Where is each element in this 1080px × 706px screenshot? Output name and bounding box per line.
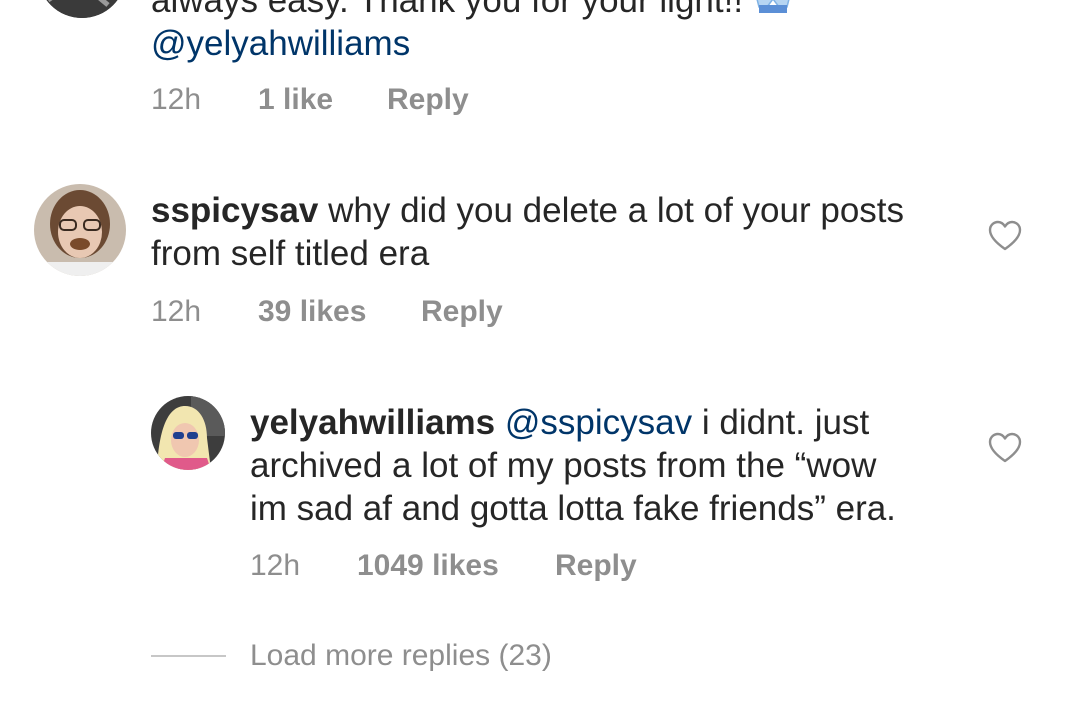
comment-meta-likes: 1 like bbox=[258, 82, 333, 118]
comment-body: always easy. Thank you for your light!! bbox=[151, 0, 744, 20]
comment-mention-line: @yelyahwilliams bbox=[151, 22, 410, 65]
comment-text-line2: from self titled era bbox=[151, 232, 429, 275]
like-heart-icon[interactable] bbox=[988, 220, 1022, 252]
likes-count[interactable]: 1 like bbox=[258, 83, 333, 116]
reply-body-line3: im sad af and gotta lotta fake friends” … bbox=[250, 489, 896, 528]
reply-text: yelyahwilliams @sspicysav i didnt. just bbox=[250, 401, 869, 444]
raised-hands-emoji-icon bbox=[753, 0, 793, 13]
comment-text: sspicysav why did you delete a lot of yo… bbox=[151, 189, 904, 232]
reply-body-line2: archived a lot of my posts from the “wow bbox=[250, 446, 877, 485]
comment-body: why did you delete a lot of your posts bbox=[328, 191, 905, 230]
load-more-divider bbox=[151, 655, 226, 657]
comment-meta-reply: Reply bbox=[421, 294, 503, 330]
reply-username[interactable]: yelyahwilliams bbox=[250, 403, 495, 442]
comment-meta-likes: 39 likes bbox=[258, 294, 366, 330]
comment-time: 12h bbox=[151, 295, 202, 328]
reply-meta-likes: 1049 likes bbox=[357, 548, 499, 584]
reply-text-line2: archived a lot of my posts from the “wow bbox=[250, 444, 876, 487]
reply-text-line3: im sad af and gotta lotta fake friends” … bbox=[250, 487, 896, 530]
likes-count[interactable]: 39 likes bbox=[258, 295, 366, 328]
mention-link[interactable]: @sspicysav bbox=[505, 403, 692, 442]
avatar[interactable] bbox=[34, 184, 126, 276]
reply-meta: 12h bbox=[250, 548, 300, 584]
reply-button[interactable]: Reply bbox=[555, 549, 637, 582]
comment-meta: 12h bbox=[151, 82, 201, 118]
comment-username[interactable]: sspicysav bbox=[151, 191, 318, 230]
avatar[interactable] bbox=[151, 396, 225, 470]
likes-count[interactable]: 1049 likes bbox=[357, 549, 499, 582]
mention-link[interactable]: @yelyahwilliams bbox=[151, 24, 410, 63]
comment-time: 12h bbox=[151, 83, 202, 116]
comment-body-line2: from self titled era bbox=[151, 234, 430, 273]
comment-meta-reply: Reply bbox=[387, 82, 469, 118]
avatar[interactable] bbox=[38, 0, 126, 18]
reply-body: i didnt. just bbox=[701, 403, 870, 442]
reply-meta-reply: Reply bbox=[555, 548, 637, 584]
reply-time: 12h bbox=[250, 549, 301, 582]
load-more-replies-button[interactable]: Load more replies (23) bbox=[250, 638, 552, 674]
like-heart-icon[interactable] bbox=[988, 432, 1022, 464]
comment-text: always easy. Thank you for your light!! bbox=[151, 0, 793, 22]
reply-button[interactable]: Reply bbox=[421, 295, 503, 328]
comment-meta: 12h bbox=[151, 294, 201, 330]
reply-button[interactable]: Reply bbox=[387, 83, 469, 116]
